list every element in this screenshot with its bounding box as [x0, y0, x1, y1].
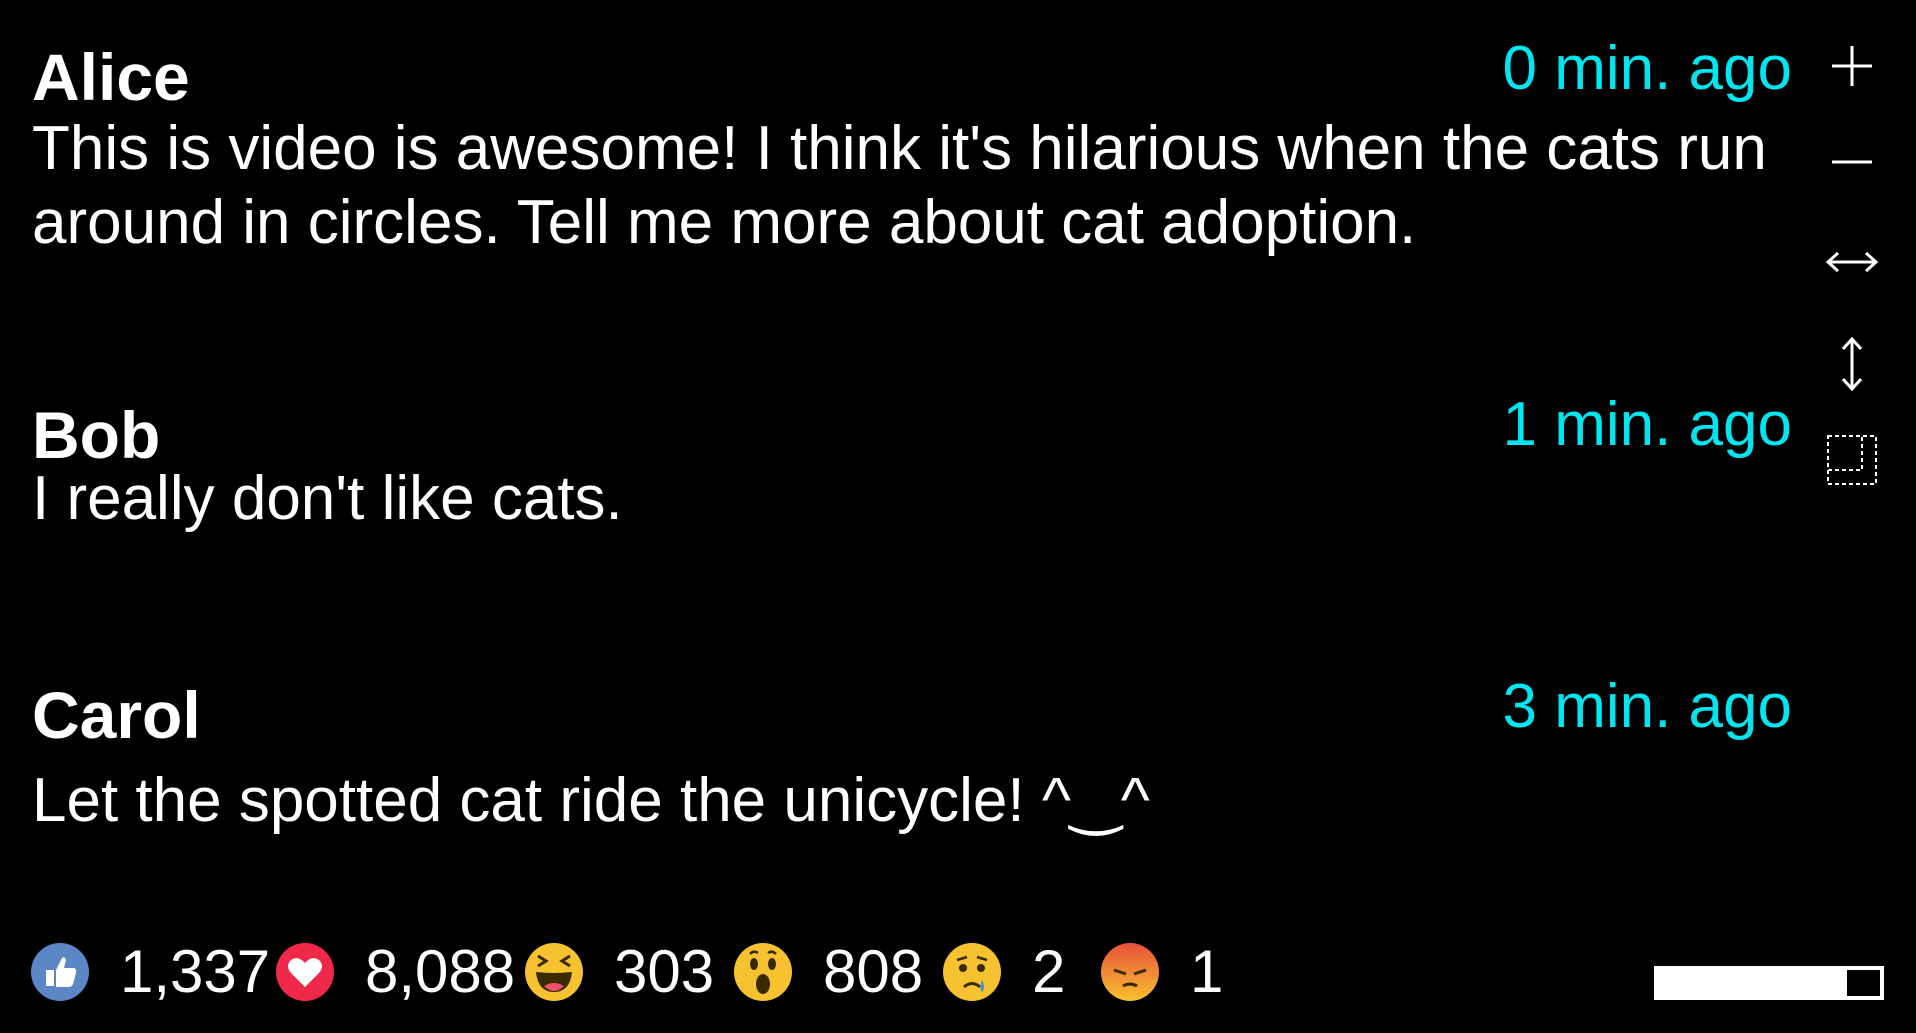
- reaction-count: 303: [614, 938, 715, 1005]
- vertical-resize-icon[interactable]: [1824, 334, 1880, 394]
- comment-timestamp: 0 min. ago: [1502, 34, 1792, 103]
- like-icon: [31, 943, 89, 1001]
- love-icon: [276, 943, 334, 1001]
- haha-icon: [525, 943, 583, 1001]
- plus-icon[interactable]: [1824, 36, 1880, 96]
- reaction-count: 8,088: [365, 938, 516, 1005]
- comment-text: Let the spotted cat ride the unicycle! ^…: [32, 766, 1150, 835]
- reaction-angry[interactable]: 1: [1100, 938, 1223, 1006]
- comment-author: Bob: [32, 398, 161, 472]
- reaction-haha[interactable]: 303: [524, 938, 714, 1006]
- side-toolbar: [1824, 36, 1880, 496]
- reaction-wow[interactable]: 808: [733, 938, 923, 1006]
- reaction-love[interactable]: 8,088: [275, 938, 515, 1006]
- reaction-like[interactable]: 1,337: [30, 938, 270, 1006]
- select-region-icon[interactable]: [1824, 430, 1880, 490]
- progress-remaining: [1846, 970, 1880, 996]
- comment-text: I really don't like cats.: [32, 464, 623, 533]
- progress-fill: [1654, 966, 1843, 1000]
- progress-bar[interactable]: [1654, 966, 1884, 1000]
- minus-icon[interactable]: [1824, 132, 1880, 192]
- horizontal-resize-icon[interactable]: [1824, 232, 1880, 292]
- comment-author: Alice: [32, 40, 190, 114]
- comment-author: Carol: [32, 678, 201, 752]
- reaction-sad[interactable]: 2: [942, 938, 1065, 1006]
- reaction-count: 808: [823, 938, 924, 1005]
- comment-timestamp: 3 min. ago: [1502, 672, 1792, 741]
- comment-timestamp: 1 min. ago: [1502, 390, 1792, 459]
- reaction-count: 1,337: [120, 938, 271, 1005]
- reaction-count: 1: [1190, 938, 1224, 1005]
- comment-text: This is video is awesome! I think it's h…: [32, 114, 1767, 257]
- angry-icon: [1101, 943, 1159, 1001]
- sad-icon: [943, 943, 1001, 1001]
- reactions-bar: 1,337 8,088 303 808 2 1: [30, 938, 1590, 1006]
- wow-icon: [734, 943, 792, 1001]
- reaction-count: 2: [1032, 938, 1066, 1005]
